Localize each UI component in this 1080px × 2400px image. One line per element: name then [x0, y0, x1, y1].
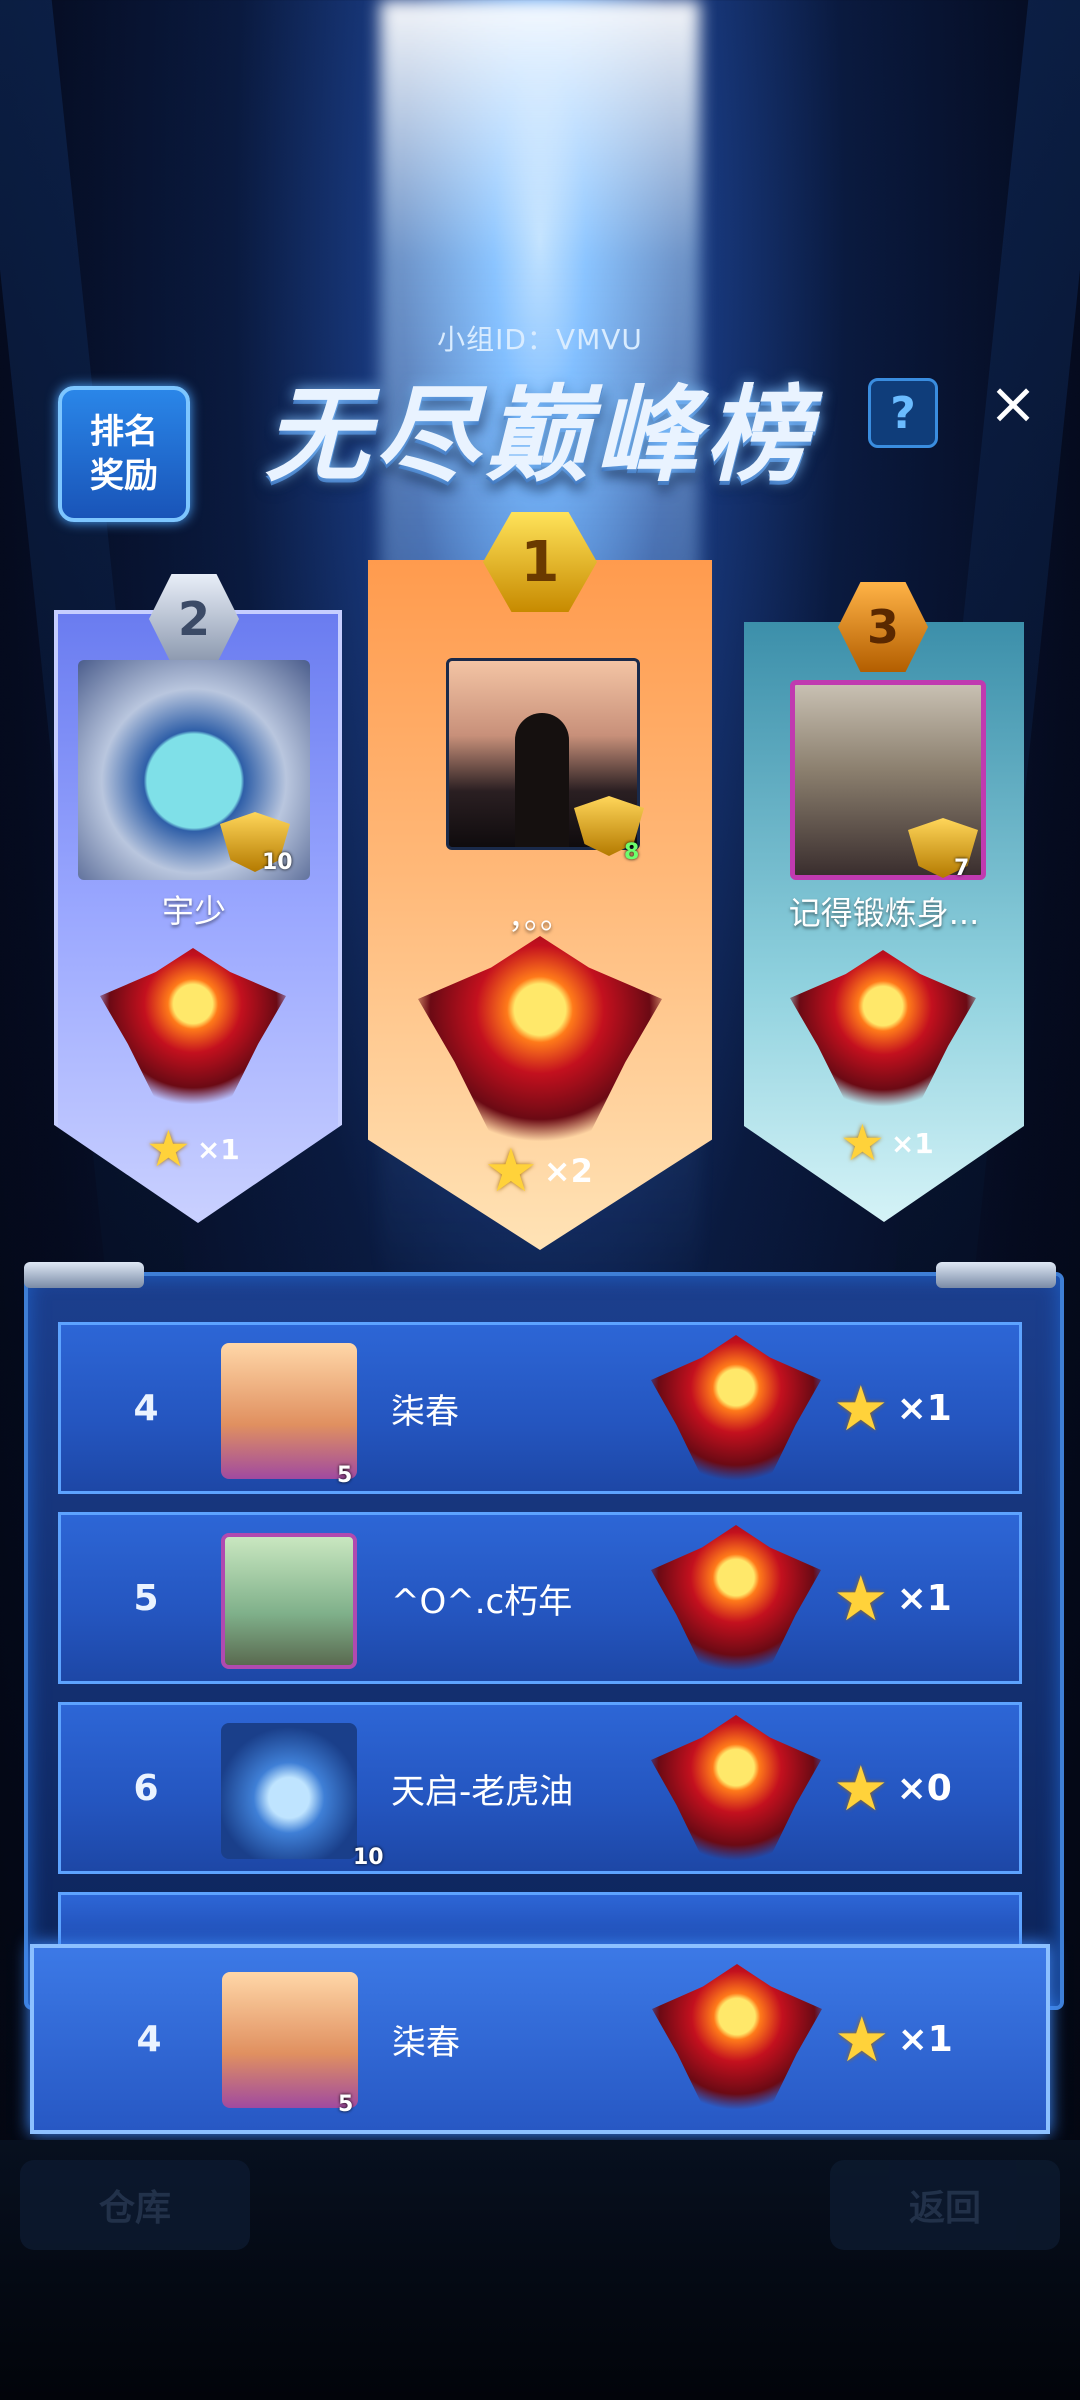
player-name-third: 记得锻炼身... — [788, 894, 980, 932]
rank-number: 4 — [136, 2018, 162, 2060]
warehouse-button[interactable]: 仓库 — [20, 2160, 250, 2250]
list-item[interactable]: 5 ^O^.c朽年 ★ ×1 — [58, 1512, 1022, 1684]
player-name: 柒春 — [392, 2022, 460, 2063]
level: 5 — [337, 1463, 353, 1488]
rank-emblem-icon — [651, 1525, 821, 1675]
level: 5 — [338, 2092, 354, 2117]
star-count-first: ×2 — [543, 1152, 593, 1190]
help-icon[interactable]: ? — [868, 378, 938, 448]
level-first: 8 — [624, 840, 640, 865]
level-third: 7 — [954, 856, 970, 881]
stars-first: ★ ×2 — [484, 1136, 593, 1206]
player-name: 天启-老虎油 — [391, 1771, 574, 1812]
level-second: 10 — [262, 850, 293, 875]
stars-second: ★ ×1 — [146, 1120, 240, 1178]
avatar[interactable] — [221, 1723, 357, 1859]
star-icon: ★ — [834, 2002, 890, 2076]
back-button[interactable]: 返回 — [830, 2160, 1060, 2250]
frame-cap-left — [24, 1262, 144, 1288]
star-count: ★ ×1 — [834, 1948, 953, 2130]
player-name: 柒春 — [391, 1391, 459, 1432]
star-icon: ★ — [146, 1120, 191, 1178]
player-name: ^O^.c朽年 — [391, 1581, 573, 1622]
rank-emblem-icon — [652, 1964, 822, 2114]
star-icon: ★ — [833, 1751, 889, 1825]
level: 10 — [353, 1845, 384, 1870]
star-count-value: ×0 — [896, 1767, 952, 1809]
star-count-second: ×1 — [196, 1132, 240, 1166]
list-item[interactable]: 4 5 柒春 ★ ×1 — [58, 1322, 1022, 1494]
rank-number: 4 — [133, 1387, 159, 1429]
star-count-value: ×1 — [896, 1387, 952, 1429]
player-name-second: 宇少 — [161, 892, 226, 930]
rank-emblem-icon — [651, 1335, 821, 1485]
avatar[interactable] — [222, 1972, 358, 2108]
frame-cap-right — [936, 1262, 1056, 1288]
star-count: ★ ×1 — [833, 1515, 952, 1681]
rank-number: 5 — [133, 1577, 159, 1619]
star-count-value: ×1 — [896, 1577, 952, 1619]
player-name-first: ，。。 — [507, 898, 572, 936]
star-icon: ★ — [840, 1114, 885, 1172]
star-icon: ★ — [833, 1371, 889, 1445]
star-count-value: ×1 — [897, 2018, 953, 2060]
rank-reward-label-2: 奖励 — [90, 456, 158, 496]
self-rank-row[interactable]: 4 5 柒春 ★ ×1 — [30, 1944, 1050, 2134]
star-count: ★ ×0 — [833, 1705, 952, 1871]
rank-reward-label-1: 排名 — [90, 412, 158, 452]
avatar[interactable] — [221, 1343, 357, 1479]
close-icon[interactable]: × — [982, 369, 1044, 437]
avatar-silhouette — [515, 713, 569, 847]
avatar[interactable] — [221, 1533, 357, 1669]
star-count: ★ ×1 — [833, 1325, 952, 1491]
stars-third: ★ ×1 — [840, 1114, 934, 1172]
list-item-partial[interactable] — [58, 1892, 1022, 1952]
rank-emblem-icon — [651, 1715, 821, 1865]
list-item[interactable]: 6 10 天启-老虎油 ★ ×0 — [58, 1702, 1022, 1874]
star-icon: ★ — [484, 1136, 538, 1206]
star-icon: ★ — [833, 1561, 889, 1635]
rank-reward-button[interactable]: 排名 奖励 — [58, 386, 190, 522]
rank-number: 6 — [133, 1767, 159, 1809]
star-count-third: ×1 — [890, 1126, 934, 1160]
